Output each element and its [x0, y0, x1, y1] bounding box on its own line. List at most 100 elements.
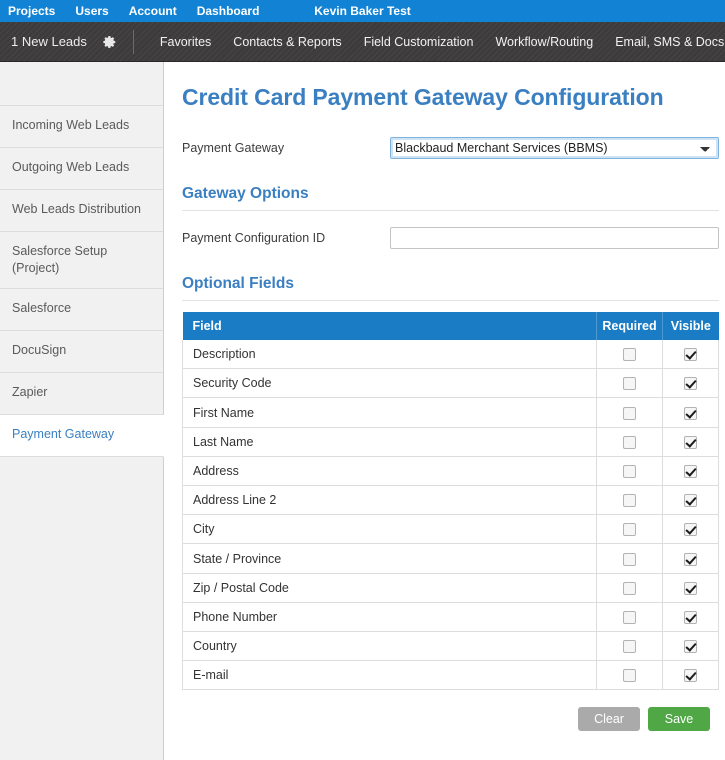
subnav-field-customization[interactable]: Field Customization	[364, 35, 474, 49]
sidebar-item-salesforce-setup-project[interactable]: Salesforce Setup (Project)	[0, 232, 163, 289]
required-cell	[596, 631, 663, 662]
sidebar-item-spacer	[0, 62, 163, 106]
field-name-cell: State / Province	[182, 543, 597, 574]
payment-gateway-select[interactable]: Blackbaud Merchant Services (BBMS)	[390, 137, 719, 159]
required-cell	[596, 660, 663, 691]
required-checkbox[interactable]	[623, 581, 636, 595]
field-name-cell: City	[182, 514, 597, 545]
required-checkbox[interactable]	[623, 348, 636, 362]
visible-checkbox[interactable]	[684, 465, 697, 479]
table-row: Zip / Postal Code	[182, 573, 719, 603]
sidebar-item-web-leads-distribution[interactable]: Web Leads Distribution	[0, 190, 163, 232]
table-row: First Name	[182, 397, 719, 428]
visible-checkbox[interactable]	[684, 523, 697, 537]
page-title: Credit Card Payment Gateway Configuratio…	[182, 84, 664, 110]
required-cell	[596, 543, 663, 574]
payment-config-id-input[interactable]	[390, 227, 719, 249]
sidebar: Incoming Web Leads Outgoing Web Leads Web …	[0, 62, 164, 760]
sidebar-item-label: Salesforce Setup (Project)	[12, 244, 108, 275]
clear-button[interactable]: Clear	[578, 707, 640, 732]
table-row: Security Code	[182, 368, 719, 399]
visible-checkbox[interactable]	[684, 611, 697, 625]
visible-checkbox[interactable]	[684, 640, 697, 654]
table-row: Description	[182, 340, 719, 370]
visible-cell	[662, 368, 719, 399]
column-header-field: Field	[182, 312, 597, 340]
visible-cell	[662, 456, 719, 487]
top-nav-links: Projects Users Account Dashboard	[0, 0, 259, 22]
sidebar-item-outgoing-web-leads[interactable]: Outgoing Web Leads	[0, 148, 163, 190]
secondary-navigation-bar: 1 New Leads Favorites Contacts & Reports F…	[0, 22, 725, 62]
subnav-favorites[interactable]: Favorites	[160, 35, 211, 49]
sidebar-item-list: Incoming Web Leads Outgoing Web Leads Web …	[0, 62, 164, 457]
visible-cell	[662, 397, 719, 428]
required-checkbox[interactable]	[623, 552, 636, 566]
required-checkbox[interactable]	[623, 465, 636, 479]
visible-checkbox[interactable]	[684, 552, 697, 566]
required-checkbox[interactable]	[623, 406, 636, 420]
visible-checkbox[interactable]	[684, 406, 697, 420]
visible-cell	[662, 340, 719, 370]
top-nav-dashboard[interactable]: Dashboard	[197, 0, 260, 22]
top-nav-users[interactable]: Users	[75, 0, 108, 22]
sidebar-item-label: Zapier	[12, 384, 48, 399]
form-action-buttons: Clear Save	[182, 707, 719, 732]
required-cell	[596, 573, 663, 603]
field-name-cell: Last Name	[182, 427, 597, 457]
table-row: Country	[182, 631, 719, 662]
top-navigation-bar: Projects Users Account Dashboard Kevin Bake…	[0, 0, 725, 22]
sidebar-item-zapier[interactable]: Zapier	[0, 372, 163, 415]
top-nav-account[interactable]: Account	[129, 0, 177, 22]
table-row: E-mail	[182, 660, 719, 691]
visible-cell	[662, 660, 719, 691]
field-name-cell: Description	[182, 340, 597, 370]
required-cell	[596, 368, 663, 399]
subnav-contacts-reports[interactable]: Contacts & Reports	[233, 35, 341, 49]
visible-cell	[662, 543, 719, 574]
top-nav-projects[interactable]: Projects	[8, 0, 55, 22]
required-cell	[596, 456, 663, 487]
field-name-cell: First Name	[182, 397, 597, 428]
visible-checkbox[interactable]	[684, 348, 697, 362]
table-row: Last Name	[182, 427, 719, 457]
new-leads-label[interactable]: 1 New Leads	[0, 34, 87, 49]
subnav-workflow-routing[interactable]: Workflow/Routing	[495, 35, 593, 49]
visible-checkbox[interactable]	[684, 377, 697, 391]
sidebar-item-payment-gateway[interactable]: Payment Gateway	[0, 414, 164, 457]
sidebar-item-label: Outgoing Web Leads	[12, 160, 130, 174]
required-checkbox[interactable]	[623, 640, 636, 654]
required-cell	[596, 397, 663, 428]
required-checkbox[interactable]	[623, 523, 636, 537]
gear-icon[interactable]	[101, 33, 119, 51]
required-checkbox[interactable]	[623, 669, 636, 683]
sidebar-item-docusign[interactable]: DocuSign	[0, 330, 163, 373]
required-checkbox[interactable]	[623, 611, 636, 625]
visible-checkbox[interactable]	[684, 581, 697, 595]
sidebar-item-label: DocuSign	[12, 342, 67, 357]
required-checkbox[interactable]	[623, 377, 636, 391]
payment-config-id-row: Payment Configuration ID	[182, 227, 719, 249]
page-body: Incoming Web Leads Outgoing Web Leads Web …	[0, 62, 725, 760]
sidebar-item-salesforce[interactable]: Salesforce	[0, 288, 163, 331]
field-name-cell: Security Code	[182, 368, 597, 399]
subnav-email-sms-docs[interactable]: Email, SMS & Docs	[615, 35, 724, 49]
table-row: Address Line 2	[182, 485, 719, 516]
visible-checkbox[interactable]	[684, 494, 697, 508]
save-button[interactable]: Save	[648, 707, 710, 732]
visible-cell	[662, 602, 719, 633]
required-cell	[596, 514, 663, 545]
visible-checkbox[interactable]	[684, 435, 697, 449]
visible-checkbox[interactable]	[684, 669, 697, 683]
field-name-cell: E-mail	[182, 660, 597, 691]
required-checkbox[interactable]	[623, 435, 636, 449]
required-cell	[596, 340, 663, 370]
main-content: Credit Card Payment Gateway Configuratio…	[164, 62, 725, 760]
required-checkbox[interactable]	[623, 494, 636, 508]
field-name-cell: Address Line 2	[182, 485, 597, 516]
sidebar-item-label: Payment Gateway	[12, 426, 115, 441]
payment-gateway-row: Payment Gateway Blackbaud Merchant Servi…	[182, 137, 719, 159]
table-row: Phone Number	[182, 602, 719, 633]
optional-fields-heading: Optional Fields	[182, 275, 719, 301]
field-name-cell: Phone Number	[182, 602, 597, 633]
sidebar-item-incoming-web-leads[interactable]: Incoming Web Leads	[0, 106, 163, 148]
